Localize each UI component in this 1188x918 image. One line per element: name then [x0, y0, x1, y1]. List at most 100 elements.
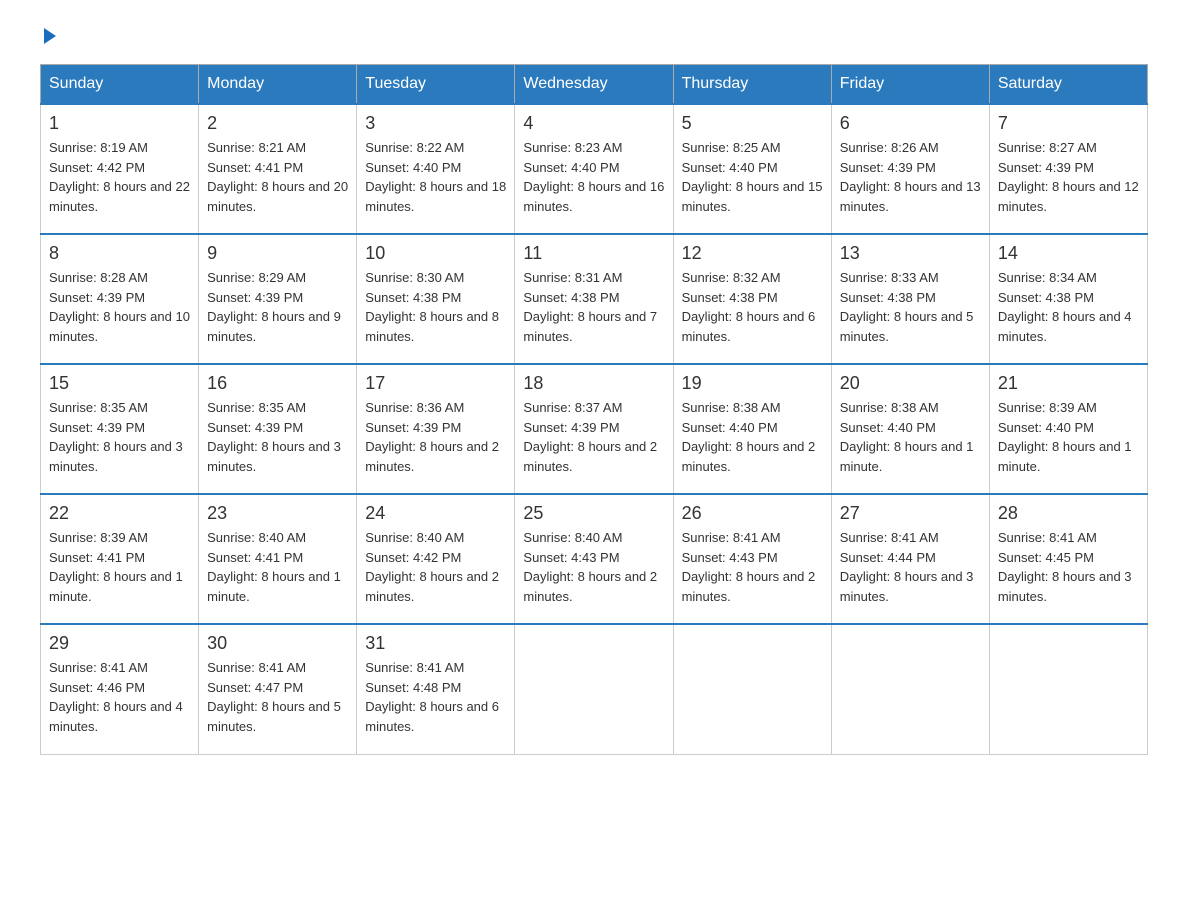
day-info: Sunrise: 8:41 AM Sunset: 4:47 PM Dayligh…	[207, 658, 348, 736]
day-number: 4	[523, 113, 664, 134]
calendar-cell: 30 Sunrise: 8:41 AM Sunset: 4:47 PM Dayl…	[199, 624, 357, 754]
calendar-cell: 12 Sunrise: 8:32 AM Sunset: 4:38 PM Dayl…	[673, 234, 831, 364]
calendar-week-row: 29 Sunrise: 8:41 AM Sunset: 4:46 PM Dayl…	[41, 624, 1148, 754]
calendar-cell: 31 Sunrise: 8:41 AM Sunset: 4:48 PM Dayl…	[357, 624, 515, 754]
calendar-cell: 19 Sunrise: 8:38 AM Sunset: 4:40 PM Dayl…	[673, 364, 831, 494]
calendar-cell: 3 Sunrise: 8:22 AM Sunset: 4:40 PM Dayli…	[357, 104, 515, 234]
day-info: Sunrise: 8:30 AM Sunset: 4:38 PM Dayligh…	[365, 268, 506, 346]
day-info: Sunrise: 8:26 AM Sunset: 4:39 PM Dayligh…	[840, 138, 981, 216]
calendar-cell: 24 Sunrise: 8:40 AM Sunset: 4:42 PM Dayl…	[357, 494, 515, 624]
day-number: 18	[523, 373, 664, 394]
day-info: Sunrise: 8:23 AM Sunset: 4:40 PM Dayligh…	[523, 138, 664, 216]
calendar-week-row: 1 Sunrise: 8:19 AM Sunset: 4:42 PM Dayli…	[41, 104, 1148, 234]
column-header-thursday: Thursday	[673, 65, 831, 105]
day-info: Sunrise: 8:41 AM Sunset: 4:44 PM Dayligh…	[840, 528, 981, 606]
calendar-cell: 5 Sunrise: 8:25 AM Sunset: 4:40 PM Dayli…	[673, 104, 831, 234]
day-info: Sunrise: 8:25 AM Sunset: 4:40 PM Dayligh…	[682, 138, 823, 216]
calendar-cell: 23 Sunrise: 8:40 AM Sunset: 4:41 PM Dayl…	[199, 494, 357, 624]
day-number: 24	[365, 503, 506, 524]
day-info: Sunrise: 8:37 AM Sunset: 4:39 PM Dayligh…	[523, 398, 664, 476]
day-info: Sunrise: 8:28 AM Sunset: 4:39 PM Dayligh…	[49, 268, 190, 346]
day-number: 28	[998, 503, 1139, 524]
day-number: 22	[49, 503, 190, 524]
day-number: 10	[365, 243, 506, 264]
day-number: 1	[49, 113, 190, 134]
calendar-cell: 26 Sunrise: 8:41 AM Sunset: 4:43 PM Dayl…	[673, 494, 831, 624]
day-info: Sunrise: 8:41 AM Sunset: 4:45 PM Dayligh…	[998, 528, 1139, 606]
calendar-header-row: SundayMondayTuesdayWednesdayThursdayFrid…	[41, 65, 1148, 105]
calendar-cell: 21 Sunrise: 8:39 AM Sunset: 4:40 PM Dayl…	[989, 364, 1147, 494]
logo	[40, 30, 56, 44]
calendar-cell: 29 Sunrise: 8:41 AM Sunset: 4:46 PM Dayl…	[41, 624, 199, 754]
calendar-cell: 8 Sunrise: 8:28 AM Sunset: 4:39 PM Dayli…	[41, 234, 199, 364]
day-number: 19	[682, 373, 823, 394]
calendar-cell: 2 Sunrise: 8:21 AM Sunset: 4:41 PM Dayli…	[199, 104, 357, 234]
day-number: 29	[49, 633, 190, 654]
calendar-cell: 13 Sunrise: 8:33 AM Sunset: 4:38 PM Dayl…	[831, 234, 989, 364]
calendar-cell: 16 Sunrise: 8:35 AM Sunset: 4:39 PM Dayl…	[199, 364, 357, 494]
calendar-week-row: 15 Sunrise: 8:35 AM Sunset: 4:39 PM Dayl…	[41, 364, 1148, 494]
day-number: 30	[207, 633, 348, 654]
day-info: Sunrise: 8:22 AM Sunset: 4:40 PM Dayligh…	[365, 138, 506, 216]
day-number: 13	[840, 243, 981, 264]
day-info: Sunrise: 8:35 AM Sunset: 4:39 PM Dayligh…	[49, 398, 190, 476]
calendar-week-row: 22 Sunrise: 8:39 AM Sunset: 4:41 PM Dayl…	[41, 494, 1148, 624]
logo-blue-text	[40, 30, 56, 44]
day-number: 11	[523, 243, 664, 264]
day-info: Sunrise: 8:36 AM Sunset: 4:39 PM Dayligh…	[365, 398, 506, 476]
day-number: 14	[998, 243, 1139, 264]
day-info: Sunrise: 8:40 AM Sunset: 4:43 PM Dayligh…	[523, 528, 664, 606]
day-number: 3	[365, 113, 506, 134]
calendar-cell: 20 Sunrise: 8:38 AM Sunset: 4:40 PM Dayl…	[831, 364, 989, 494]
calendar-cell: 1 Sunrise: 8:19 AM Sunset: 4:42 PM Dayli…	[41, 104, 199, 234]
day-info: Sunrise: 8:41 AM Sunset: 4:43 PM Dayligh…	[682, 528, 823, 606]
calendar-cell	[673, 624, 831, 754]
calendar-cell: 15 Sunrise: 8:35 AM Sunset: 4:39 PM Dayl…	[41, 364, 199, 494]
calendar-cell: 9 Sunrise: 8:29 AM Sunset: 4:39 PM Dayli…	[199, 234, 357, 364]
calendar-cell	[989, 624, 1147, 754]
day-number: 9	[207, 243, 348, 264]
day-info: Sunrise: 8:41 AM Sunset: 4:46 PM Dayligh…	[49, 658, 190, 736]
day-info: Sunrise: 8:38 AM Sunset: 4:40 PM Dayligh…	[840, 398, 981, 476]
day-info: Sunrise: 8:19 AM Sunset: 4:42 PM Dayligh…	[49, 138, 190, 216]
calendar-week-row: 8 Sunrise: 8:28 AM Sunset: 4:39 PM Dayli…	[41, 234, 1148, 364]
day-number: 8	[49, 243, 190, 264]
day-info: Sunrise: 8:27 AM Sunset: 4:39 PM Dayligh…	[998, 138, 1139, 216]
day-number: 20	[840, 373, 981, 394]
calendar-table: SundayMondayTuesdayWednesdayThursdayFrid…	[40, 64, 1148, 755]
column-header-sunday: Sunday	[41, 65, 199, 105]
day-info: Sunrise: 8:38 AM Sunset: 4:40 PM Dayligh…	[682, 398, 823, 476]
day-number: 7	[998, 113, 1139, 134]
day-info: Sunrise: 8:31 AM Sunset: 4:38 PM Dayligh…	[523, 268, 664, 346]
day-number: 16	[207, 373, 348, 394]
day-number: 2	[207, 113, 348, 134]
day-info: Sunrise: 8:39 AM Sunset: 4:41 PM Dayligh…	[49, 528, 190, 606]
day-info: Sunrise: 8:32 AM Sunset: 4:38 PM Dayligh…	[682, 268, 823, 346]
calendar-cell: 6 Sunrise: 8:26 AM Sunset: 4:39 PM Dayli…	[831, 104, 989, 234]
day-info: Sunrise: 8:41 AM Sunset: 4:48 PM Dayligh…	[365, 658, 506, 736]
logo-arrow-icon	[44, 28, 56, 44]
column-header-monday: Monday	[199, 65, 357, 105]
day-number: 5	[682, 113, 823, 134]
day-info: Sunrise: 8:39 AM Sunset: 4:40 PM Dayligh…	[998, 398, 1139, 476]
day-number: 27	[840, 503, 981, 524]
day-info: Sunrise: 8:34 AM Sunset: 4:38 PM Dayligh…	[998, 268, 1139, 346]
day-info: Sunrise: 8:21 AM Sunset: 4:41 PM Dayligh…	[207, 138, 348, 216]
page-header	[40, 30, 1148, 44]
day-info: Sunrise: 8:35 AM Sunset: 4:39 PM Dayligh…	[207, 398, 348, 476]
calendar-cell: 18 Sunrise: 8:37 AM Sunset: 4:39 PM Dayl…	[515, 364, 673, 494]
calendar-cell: 22 Sunrise: 8:39 AM Sunset: 4:41 PM Dayl…	[41, 494, 199, 624]
calendar-cell	[515, 624, 673, 754]
day-number: 17	[365, 373, 506, 394]
column-header-saturday: Saturday	[989, 65, 1147, 105]
calendar-cell: 10 Sunrise: 8:30 AM Sunset: 4:38 PM Dayl…	[357, 234, 515, 364]
day-number: 31	[365, 633, 506, 654]
day-info: Sunrise: 8:40 AM Sunset: 4:41 PM Dayligh…	[207, 528, 348, 606]
day-number: 25	[523, 503, 664, 524]
day-number: 26	[682, 503, 823, 524]
day-number: 23	[207, 503, 348, 524]
day-number: 12	[682, 243, 823, 264]
column-header-wednesday: Wednesday	[515, 65, 673, 105]
calendar-cell: 27 Sunrise: 8:41 AM Sunset: 4:44 PM Dayl…	[831, 494, 989, 624]
day-number: 21	[998, 373, 1139, 394]
